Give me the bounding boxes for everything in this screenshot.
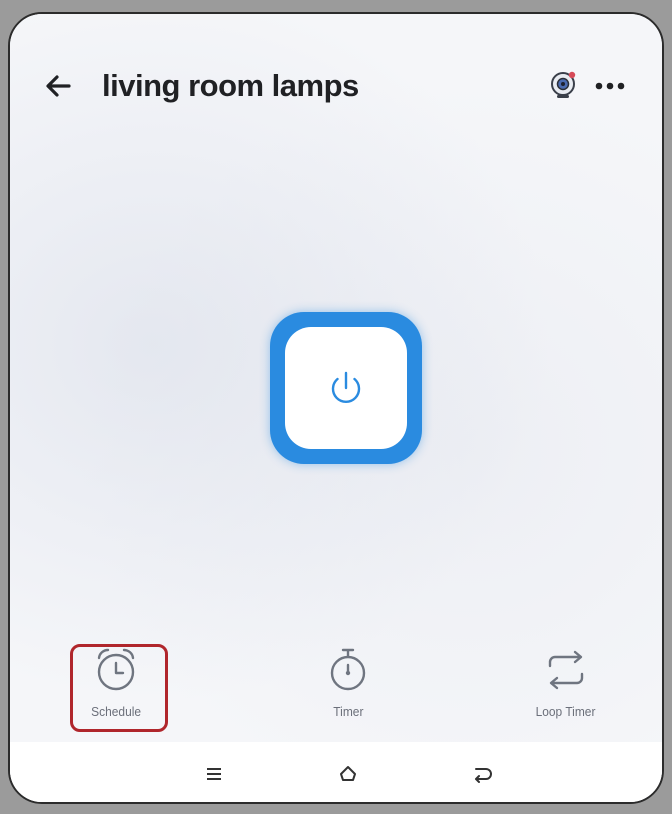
- timer-label: Timer: [332, 704, 364, 719]
- phone-frame: living room lamps Schedule Timer Loop Ti…: [8, 12, 664, 804]
- alarm-clock-icon: [97, 648, 135, 691]
- system-back-icon: [475, 768, 492, 783]
- page-title: living room lamps: [102, 68, 359, 103]
- loop-timer-label: Loop Timer: [536, 704, 596, 719]
- home-icon: [340, 766, 356, 781]
- more-horizontal-icon: [595, 82, 625, 90]
- power-button[interactable]: [270, 312, 422, 464]
- schedule-button[interactable]: Schedule: [56, 644, 176, 730]
- camera-button[interactable]: [544, 66, 584, 106]
- power-button-face: [285, 327, 407, 449]
- stopwatch-icon: [330, 648, 366, 691]
- recent-apps-button[interactable]: [194, 754, 234, 794]
- action-bar: Schedule Timer Loop Timer: [10, 634, 662, 740]
- home-button[interactable]: [328, 754, 368, 794]
- back-button[interactable]: [38, 66, 78, 106]
- loop-icon: [548, 650, 584, 690]
- camera-icon: [551, 71, 576, 98]
- recent-apps-icon: [207, 768, 221, 780]
- power-icon: [331, 371, 361, 404]
- arrow-left-icon: [46, 75, 71, 97]
- schedule-label: Schedule: [91, 704, 141, 719]
- loop-timer-button[interactable]: Loop Timer: [506, 644, 626, 730]
- more-options-button[interactable]: [590, 66, 630, 106]
- timer-button[interactable]: Timer: [288, 644, 408, 730]
- system-back-button[interactable]: [462, 754, 502, 794]
- app-header: living room lamps: [10, 58, 662, 114]
- system-nav-bar: [10, 742, 662, 802]
